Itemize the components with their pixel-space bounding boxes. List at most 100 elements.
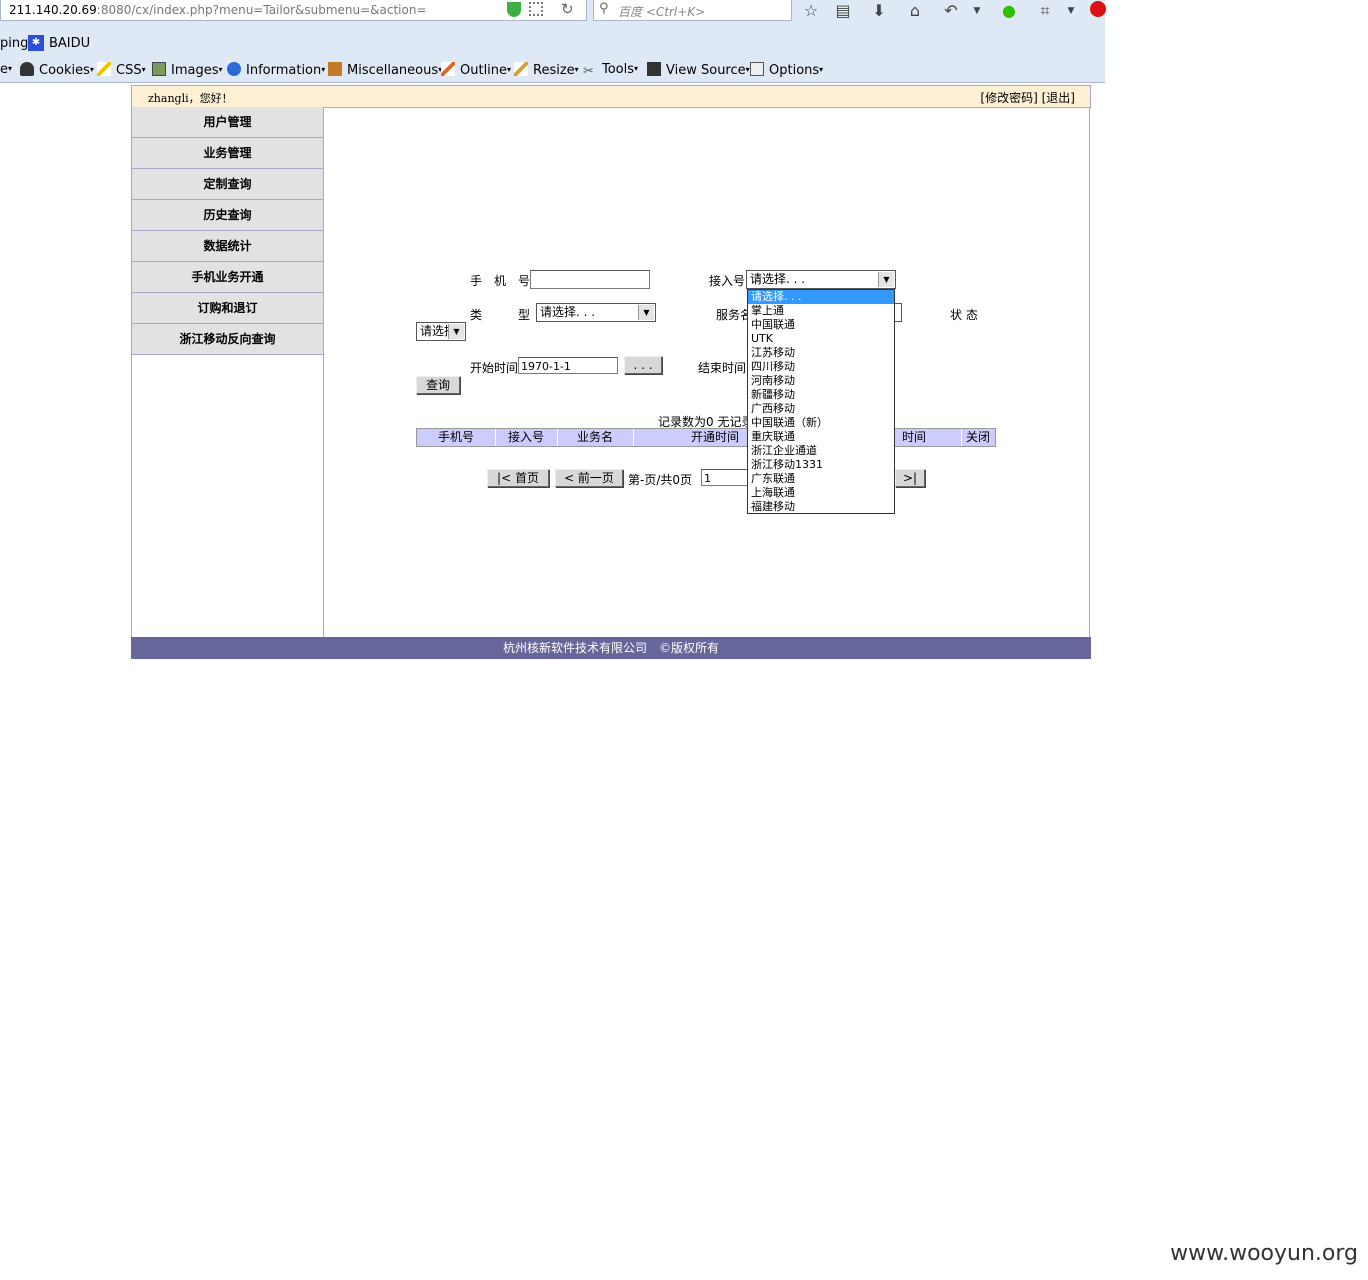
webdev-menu-resize[interactable]: Resize▾ [514,62,579,78]
type-select-value: 请选择. . . [540,305,596,319]
sidebar-item-history-query[interactable]: 历史查询 [132,200,323,231]
reload-icon[interactable]: ↻ [561,0,574,18]
webdev-menu-cookies[interactable]: Cookies▾ [20,62,94,78]
dropdown-option[interactable]: 广西移动 [748,402,894,416]
undo-icon[interactable]: ↶ [940,0,962,22]
dropdown-option[interactable]: 新疆移动 [748,388,894,402]
dropdown-option[interactable]: 江苏移动 [748,346,894,360]
tools-icon: ✂ [583,64,594,79]
webdev-menu-view-source[interactable]: View Source▾ [647,62,750,78]
sidebar-item-business-management[interactable]: 业务管理 [132,138,323,169]
date-picker-button[interactable]: . . . [624,356,662,374]
first-page-button[interactable]: |< 首页 [487,469,549,487]
sidebar-item-user-management[interactable]: 用户管理 [132,107,323,138]
dropdown-option[interactable]: 四川移动 [748,360,894,374]
webdev-menu-label: Cookies [39,63,90,78]
dropdown-option[interactable]: 浙江企业通道 [748,444,894,458]
results-table-header: 手机号 接入号 业务名 开通时间 时间 关闭 [416,428,996,447]
webdev-menu-outline[interactable]: Outline▾ [441,62,511,78]
sidebar-item-statistics[interactable]: 数据统计 [132,231,323,262]
book-icon [328,62,342,76]
webdev-menu-options[interactable]: Options▾ [750,62,823,78]
webdev-menu-information[interactable]: Information▾ [227,62,325,78]
column-header: 业务名 [557,429,634,446]
search-placeholder: 百度 <Ctrl+K> [618,5,706,19]
qr-code-icon[interactable] [529,2,543,16]
dropdown-option[interactable]: 重庆联通 [748,430,894,444]
dropdown-option[interactable]: 浙江移动1331 [748,458,894,472]
page-number-input[interactable]: 1 [701,469,751,486]
phone-label: 手 机 号 [470,274,531,288]
sidebar-item-subscribe-unsubscribe[interactable]: 订购和退订 [132,293,323,324]
access-dropdown-list[interactable]: 请选择. . . 掌上通 中国联通 UTK 江苏移动 四川移动 河南移动 新疆移… [747,289,895,514]
webdev-menu-label: Images [171,63,219,78]
chevron-down-icon[interactable]: ▼ [878,272,894,287]
footer: 杭州核新软件技术有限公司 ©版权所有 [131,637,1091,659]
dropdown-option[interactable]: 福建移动 [748,500,894,514]
search-bar[interactable]: ⚲ 百度 <Ctrl+K> [593,0,792,21]
start-time-label: 开始时间 [470,361,519,375]
chevron-down-icon[interactable]: ▼ [638,305,654,320]
bookmark-baidu[interactable]: BAIDU [49,36,90,51]
status-select[interactable]: 请选择. . . ▼ [416,322,466,341]
reading-list-icon[interactable]: ▤ [832,0,854,22]
webdev-menu-label: Information [246,63,322,78]
browser-toolbar: 211.140.20.69:8080/cx/index.php?menu=Tai… [0,0,1106,83]
column-header: 关闭 [965,430,990,444]
greeting-text: zhangli，您好！ [148,92,233,105]
start-time-input[interactable]: 1970-1-1 [518,357,618,374]
access-select[interactable]: 请选择. . . ▼ [746,270,896,289]
url-host: 211.140.20.69 [9,3,97,17]
wechat-icon[interactable]: ● [998,0,1020,22]
image-icon [152,62,166,76]
status-label: 状 态 [950,308,978,322]
dropdown-option[interactable]: 河南移动 [748,374,894,388]
sidebar-item-mobile-activation[interactable]: 手机业务开通 [132,262,323,293]
webdev-menu-e[interactable]: e▾ [0,62,12,77]
dropdown-option[interactable]: 广东联通 [748,472,894,486]
webdev-menu-tools[interactable]: ✂ Tools▾ [583,62,638,79]
dropdown-option[interactable]: UTK [748,332,894,346]
pencil-icon [441,62,455,76]
dropdown-option[interactable]: 上海联通 [748,486,894,500]
star-icon[interactable]: ☆ [800,0,822,22]
column-header: 手机号 [417,429,496,446]
prev-page-button[interactable]: < 前一页 [555,469,623,487]
query-button[interactable]: 查询 [416,376,460,394]
dropdown-option[interactable]: 请选择. . . [748,290,894,304]
webdev-menu-label: Resize [533,63,575,78]
webdev-menu-miscellaneous[interactable]: Miscellaneous▾ [328,62,442,78]
phone-input[interactable] [530,270,650,289]
webdev-menu-css[interactable]: CSS▾ [97,62,146,78]
access-label: 接入号 [709,274,746,288]
webdev-menu-label: Outline [460,63,508,78]
last-page-button[interactable]: >| [895,469,925,487]
chevron-down-icon[interactable]: ▼ [966,0,988,22]
shield-icon[interactable] [507,2,521,17]
adblock-icon[interactable] [1090,1,1106,17]
download-icon[interactable]: ⬇ [868,0,890,22]
dropdown-option[interactable]: 中国联通（新） [748,416,894,430]
home-icon[interactable]: ⌂ [904,0,926,22]
change-password-link[interactable]: [修改密码] [980,91,1037,105]
page-info: 第-页/共0页 [628,473,693,487]
type-select[interactable]: 请选择. . . ▼ [536,303,656,322]
chevron-down-icon[interactable]: ▼ [448,324,464,339]
address-bar[interactable]: 211.140.20.69:8080/cx/index.php?menu=Tai… [0,0,587,21]
sidebar-item-zhejiang-reverse-query[interactable]: 浙江移动反向查询 [132,324,323,355]
webdev-menu-label: View Source [666,63,746,78]
sidebar-item-custom-query[interactable]: 定制查询 [132,169,323,200]
bookmark-ping[interactable]: ping [0,36,28,51]
webdev-menu-label: Options [769,63,820,78]
info-icon [227,62,241,76]
webdev-menu-label: e [0,62,8,77]
webdev-menu-images[interactable]: Images▾ [152,62,223,78]
sidebar: 用户管理 业务管理 定制查询 历史查询 数据统计 手机业务开通 订购和退订 浙江… [131,107,324,637]
logout-link[interactable]: [退出] [1042,91,1075,105]
search-icon: ⚲ [599,1,609,16]
dropdown-option[interactable]: 中国联通 [748,318,894,332]
chevron-down-icon[interactable]: ▼ [1060,0,1082,22]
dropdown-option[interactable]: 掌上通 [748,304,894,318]
watermark: www.wooyun.org [1170,1241,1358,1266]
crop-icon[interactable]: ⌗ [1034,0,1056,22]
